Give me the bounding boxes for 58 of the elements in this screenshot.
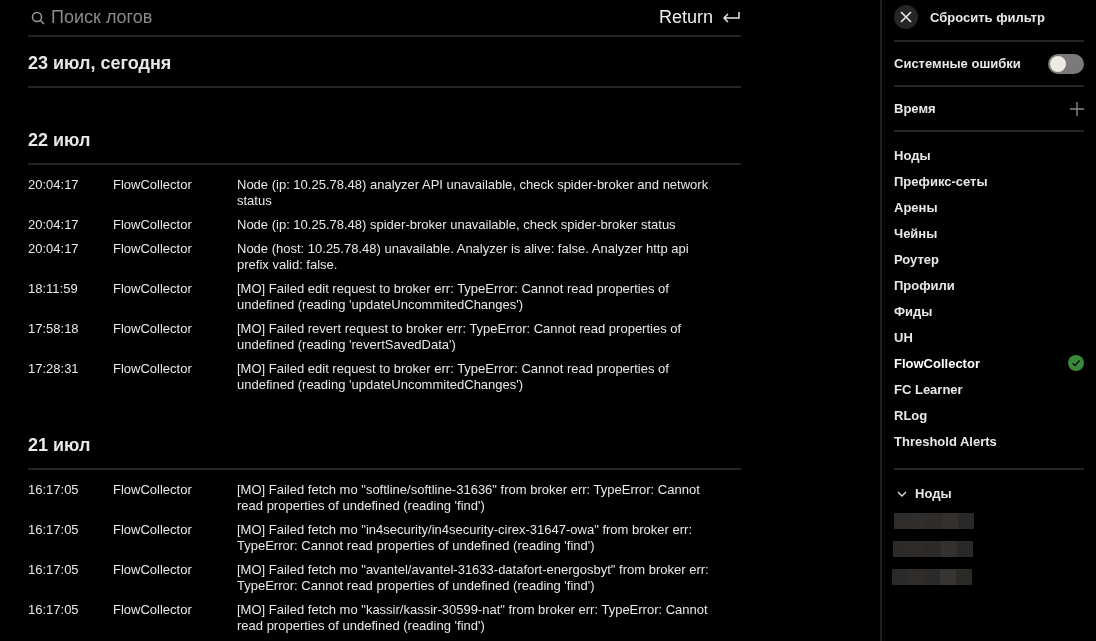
log-source: FlowCollector bbox=[113, 602, 193, 619]
log-time: 17:58:18 bbox=[28, 321, 80, 338]
reset-filter-label[interactable]: Сбросить фильтр bbox=[930, 9, 1045, 25]
log-message: Node (host: 10.25.78.48) unavailable. Analyzer is alive: false. Analyzer http api prefix valid: false. bbox=[237, 241, 690, 273]
log-message: [MO] Failed edit request to broker err: TypeError: Cannot read properties of undefined (reading 'updateUncommitedChanges') bbox=[237, 361, 670, 393]
log-message: [MO] Failed fetch mo "in4security/in4security-cirex-31647-owa" from broker err: TypeError: Cannot read properties of undefined (reading 'find') bbox=[237, 522, 693, 554]
source-filter-item[interactable]: Арены bbox=[894, 199, 938, 215]
source-filter-item[interactable]: Threshold Alerts bbox=[894, 433, 997, 449]
log-source: FlowCollector bbox=[113, 177, 193, 194]
source-filter-item[interactable]: Фиды bbox=[894, 303, 933, 319]
log-message: Node (ip: 10.25.78.48) analyzer API unavailable, check spider-broker and network status bbox=[237, 177, 710, 209]
log-time: 20:04:17 bbox=[28, 217, 80, 233]
source-filter-item[interactable]: FC Learner bbox=[894, 381, 963, 397]
date-heading: 23 июл, сегодня bbox=[28, 37, 741, 88]
date-heading: 21 июл bbox=[28, 419, 741, 470]
log-source: FlowCollector bbox=[113, 217, 193, 233]
system-errors-label: Системные ошибки bbox=[894, 56, 1021, 71]
search-field[interactable]: Поиск логов bbox=[51, 7, 251, 28]
log-source: FlowCollector bbox=[113, 522, 193, 539]
log-message: [MO] Failed fetch mo "softline/softline-31636" from broker err: TypeError: Cannot read properties of undefined (reading 'find') bbox=[237, 482, 701, 514]
log-message: Node (ip: 10.25.78.48) spider-broker unavailable, check spider-broker status bbox=[237, 217, 677, 233]
log-time: 16:17:05 bbox=[28, 522, 80, 539]
log-source: FlowCollector bbox=[113, 562, 193, 579]
date-heading: 22 июл bbox=[28, 114, 741, 165]
log-source: FlowCollector bbox=[113, 482, 193, 499]
log-time: 20:04:17 bbox=[28, 241, 80, 258]
source-filter-item[interactable]: Роутер bbox=[894, 251, 940, 267]
log-time: 16:17:05 bbox=[28, 602, 80, 619]
log-time: 16:17:05 bbox=[28, 562, 80, 579]
log-time: 17:28:31 bbox=[28, 361, 80, 378]
log-source: FlowCollector bbox=[113, 281, 193, 298]
source-filter-item[interactable]: FlowCollector bbox=[894, 355, 980, 371]
close-button[interactable] bbox=[894, 5, 918, 29]
log-message: [MO] Failed fetch mo "kassir/kassir-30599-nat" from broker err: TypeError: Cannot read properties of undefined (reading 'find') bbox=[237, 602, 709, 634]
log-time: 20:04:17 bbox=[28, 177, 80, 194]
close-icon bbox=[900, 11, 912, 23]
source-filter-item[interactable]: Чейны bbox=[894, 225, 938, 241]
nodes-section-toggle[interactable]: Ноды bbox=[894, 486, 1084, 501]
log-message: [MO] Failed fetch mo "avantel/avantel-31633-datafort-energosbyt" from broker err: TypeError: Cannot read properties of undefined (reading 'find') bbox=[237, 562, 710, 594]
log-message: [MO] Failed edit request to broker err: TypeError: Cannot read properties of undefined (reading 'updateUncommitedChanges') bbox=[237, 281, 670, 313]
log-time: 18:11:59 bbox=[28, 281, 79, 298]
log-source: FlowCollector bbox=[113, 321, 193, 338]
plus-icon[interactable] bbox=[1070, 101, 1084, 116]
search-icon bbox=[31, 10, 45, 25]
log-source: FlowCollector bbox=[113, 241, 193, 258]
time-filter-label: Время bbox=[894, 101, 936, 116]
log-source: FlowCollector bbox=[113, 361, 193, 378]
toggle-switch[interactable] bbox=[1048, 53, 1084, 74]
return-arrow-icon bbox=[721, 10, 741, 25]
log-time: 16:17:05 bbox=[28, 482, 80, 499]
source-filter-item[interactable]: Префикс-сеты bbox=[894, 173, 988, 189]
source-filter-item[interactable]: Ноды bbox=[894, 147, 931, 163]
return-button[interactable]: Return bbox=[658, 7, 741, 28]
log-message: [MO] Failed revert request to broker err: TypeError: Cannot read properties of undefined (reading 'revertSavedData') bbox=[237, 321, 683, 353]
source-filter-item[interactable]: UH bbox=[894, 329, 913, 345]
source-filter-item[interactable]: RLog bbox=[894, 407, 928, 423]
source-filter-item[interactable]: Профили bbox=[894, 277, 955, 293]
check-icon bbox=[1068, 355, 1084, 371]
